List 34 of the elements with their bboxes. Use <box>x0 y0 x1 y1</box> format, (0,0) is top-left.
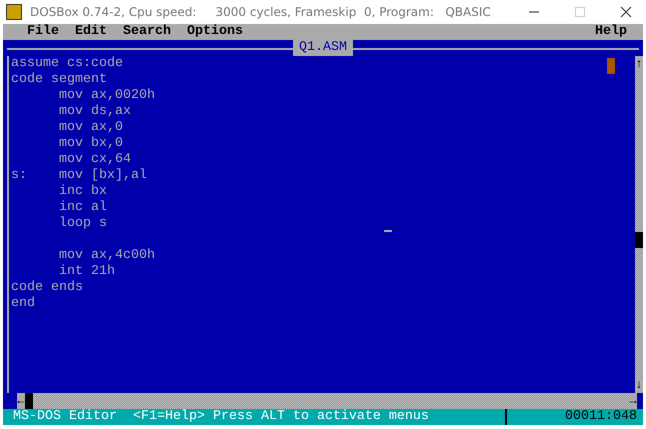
code-line: code ends <box>11 280 83 296</box>
status-app-name: MS-DOS Editor <box>13 409 117 425</box>
file-title: Q1.ASM <box>293 40 353 56</box>
scroll-thumb[interactable] <box>635 232 643 248</box>
code-line: mov bx,0 <box>59 136 123 152</box>
app-icon <box>6 4 22 20</box>
code-line: inc bx <box>59 184 107 200</box>
code-line: mov ds,ax <box>59 104 131 120</box>
code-line: int 21h <box>59 264 115 280</box>
code-line: mov [bx],al <box>59 168 147 184</box>
close-icon[interactable] <box>620 6 632 18</box>
menu-item[interactable]: File <box>27 24 59 40</box>
status-hint: <F1=Help> Press ALT to activate menus <box>132 409 429 425</box>
code-line: assume cs:code <box>11 56 123 72</box>
horizontal-scrollbar[interactable]: ← → <box>17 393 637 409</box>
code-line: code segment <box>11 72 107 88</box>
cursor-position: 00011:048 <box>565 409 637 425</box>
code-line: mov cx,64 <box>59 152 131 168</box>
menu-item[interactable]: Edit <box>75 24 107 40</box>
code-line: mov ax,0 <box>59 120 123 136</box>
code-line: inc al <box>59 200 107 216</box>
code-line: loop s <box>59 216 107 232</box>
code-line: end <box>11 296 35 312</box>
menu-item[interactable]: Help <box>595 24 627 40</box>
mouse-cursor <box>607 58 615 74</box>
maximize-icon[interactable] <box>574 6 586 18</box>
menu-item[interactable]: Options <box>187 24 243 40</box>
text-cursor <box>384 230 392 232</box>
scroll-thumb[interactable] <box>25 393 33 409</box>
window-title: DOSBox 0.74-2, Cpu speed: 3000 cycles, Frameskip 0, Program: QBASIC <box>30 5 492 19</box>
code-line: mov ax,0020h <box>59 88 155 104</box>
menu-item[interactable]: Search <box>123 24 171 40</box>
code-label: s: <box>11 168 27 183</box>
code-line: mov ax,4c00h <box>59 248 155 264</box>
